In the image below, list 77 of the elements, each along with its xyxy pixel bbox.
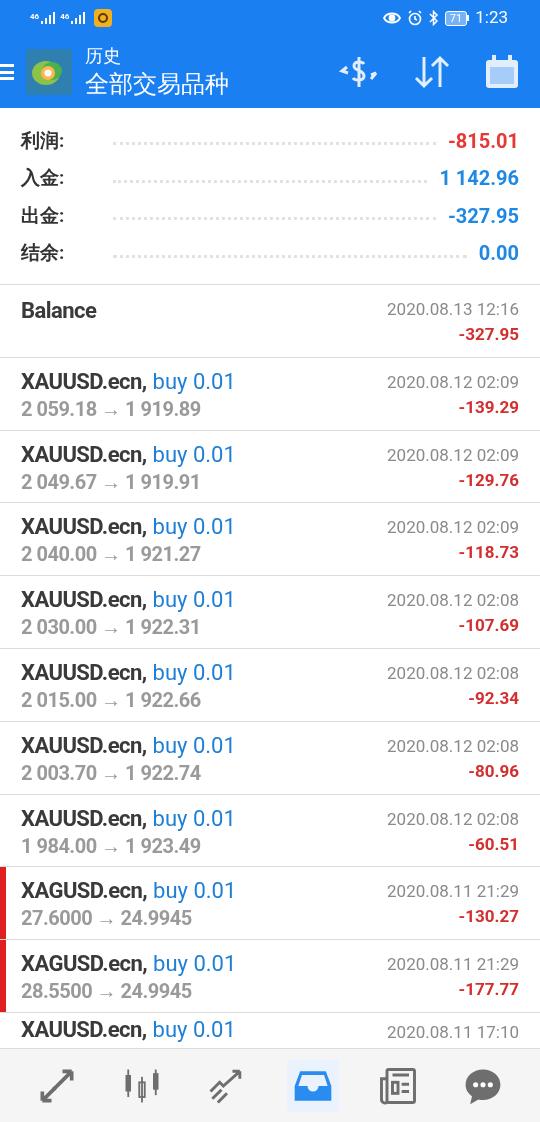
menu-button[interactable] [0,62,16,82]
price-range: 27.6000 → 24.9945 [21,905,193,932]
calendar-button[interactable] [484,54,520,90]
entry-time: 2020.08.12 02:08 [387,589,519,613]
nav-tab[interactable] [286,1059,339,1112]
alarm-icon [406,10,423,26]
summary-value: -815.01 [446,127,519,155]
order-label: buy 0.01 [153,950,237,979]
entry-time: 2020.08.12 02:09 [387,516,519,540]
entry-profit: -139.29 [458,395,519,419]
network-label: 46 [60,12,70,22]
order-label: buy 0.01 [152,513,236,542]
entry-time: 2020.08.12 02:09 [387,370,519,394]
order-label: buy 0.01 [152,659,236,687]
signal-icon [70,12,87,24]
price-range: 2 030.00 → 1 922.31 [21,614,202,641]
eye-icon [382,11,401,25]
symbol-label: XAUUSD.ecn, [21,659,147,687]
symbol-label: XAGUSD.ecn, [21,950,148,979]
order-label: buy 0.01 [153,877,237,906]
entry-profit: -80.96 [468,759,519,783]
entry-profit: -327.95 [458,323,519,346]
order-label: buy 0.01 [152,586,236,615]
symbol-label: XAUUSD.ecn, [21,1015,147,1044]
entry-time: 2020.08.12 02:08 [387,807,519,831]
entry-profit: -60.51 [468,832,519,856]
symbol-label: XAUUSD.ecn, [21,367,147,396]
summary-value: 1 142.96 [438,165,519,193]
summary-label: 出金: [21,202,66,229]
symbol-label: XAUUSD.ecn, [21,440,147,469]
sort-button[interactable] [412,54,452,90]
signal-icon [40,12,57,24]
entry-time: 2020.08.12 02:08 [387,662,519,685]
entry-profit: -92.34 [468,687,519,710]
symbol-label: XAUUSD.ecn, [21,804,147,833]
clock-time: 1:23 [475,6,508,30]
app-logo-icon [26,49,72,95]
symbol-label: XAUUSD.ecn, [21,586,147,615]
entry-time: 2020.08.12 02:08 [387,734,519,758]
symbol-label: XAUUSD.ecn, [21,513,147,542]
summary-label: 入金: [21,165,66,191]
network-label: 46 [30,12,40,22]
order-label: buy 0.01 [152,367,236,396]
entry-profit: -129.76 [458,468,519,492]
entry-title: Balance [21,297,97,325]
price-range: 2 015.00 → 1 922.66 [21,687,202,713]
price-range: 2 003.70 → 1 922.74 [21,759,202,786]
entry-profit: -107.69 [458,614,519,638]
order-label: buy 0.01 [152,804,236,833]
summary-value: 0.00 [477,240,519,268]
symbol-label: XAUUSD.ecn, [21,731,147,760]
summary-label: 利润: [21,127,66,154]
entry-profit: -130.27 [458,905,519,929]
price-range: 2 049.67 → 1 919.91 [21,468,202,495]
app-notification-icon [94,9,113,27]
battery-indicator: 71 [444,10,468,26]
entry-time: 2020.08.11 17:10 [387,1020,519,1044]
summary-value: -327.95 [446,202,519,230]
screen-title: 历史 [85,44,122,68]
screen-subtitle: 全部交易品种 [85,69,229,100]
price-range: 1 984.00 → 1 923.49 [21,832,202,859]
price-range: 2 040.00 → 1 921.27 [21,541,202,568]
entry-profit: -118.73 [458,541,519,565]
price-range: 2 059.18 → 1 919.89 [21,395,202,422]
order-label: buy 0.01 [152,731,236,760]
entry-profit: -177.77 [458,978,519,1002]
entry-time: 2020.08.13 12:16 [387,298,519,321]
symbol-label: XAGUSD.ecn, [21,877,148,906]
currency-exchange-button[interactable] [338,54,380,90]
price-range: 28.5500 → 24.9945 [21,978,193,1005]
order-label: buy 0.01 [152,1015,236,1044]
entry-time: 2020.08.12 02:09 [387,443,519,467]
entry-time: 2020.08.11 21:29 [387,880,519,904]
summary-label: 结余: [21,240,66,266]
bluetooth-icon [428,10,439,26]
entry-time: 2020.08.11 21:29 [387,953,519,977]
order-label: buy 0.01 [152,440,236,469]
